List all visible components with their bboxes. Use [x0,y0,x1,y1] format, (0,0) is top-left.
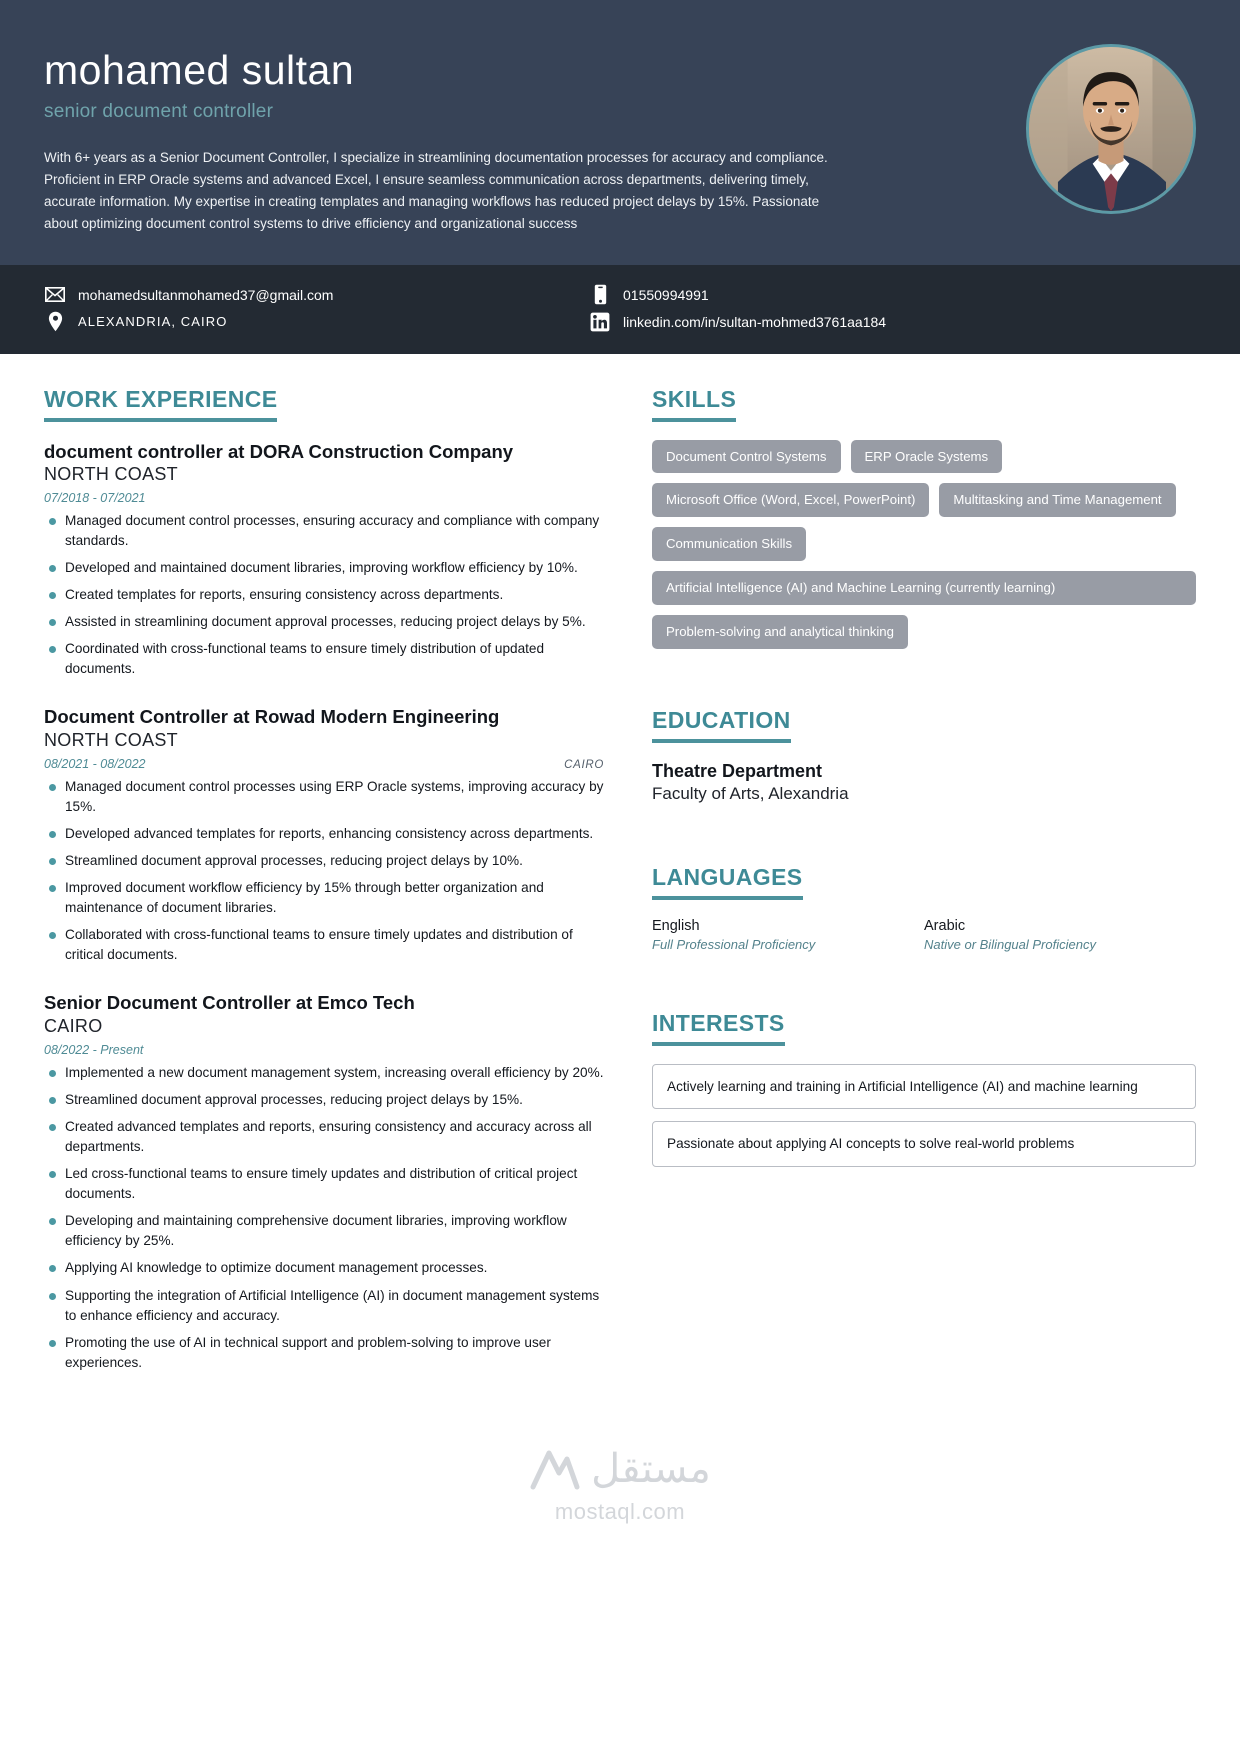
job-company: NORTH COAST [44,729,178,750]
language-name: Arabic [924,917,966,934]
footer-watermark: مستقل mostaql.com [0,1447,1240,1565]
contact-location: ALEXANDRIA, CAIRO [44,311,589,333]
resume-header: mohamed sultan senior document controlle… [0,0,1240,265]
language-name: English [652,917,700,934]
job-date: 07/2018 - 07/2021 [44,490,146,505]
job-entry: Document Controller at Rowad Modern Engi… [44,705,604,965]
section-languages: LANGUAGES English Full Professional Profi… [652,864,1196,952]
job-bullets: Managed document control processes using… [44,777,604,966]
job-bullet: Implemented a new document management sy… [44,1063,604,1083]
job-title: document controller at DORA Construction… [44,440,514,462]
section-work-experience: WORK EXPERIENCE document controller at D… [44,386,604,1373]
job-bullet: Promoting the use of AI in technical sup… [44,1333,604,1373]
watermark-latin-text: mostaql.com [554,1498,686,1524]
page-title: mohamed sultan [44,47,355,93]
job-entry: document controller at DORA Construction… [44,440,604,680]
job-meta: 07/2018 - 07/2021 [44,491,604,505]
job-meta: 08/2022 - Present [44,1043,604,1057]
contact-row: mohamedsultanmohamed37@gmail.com 0155099… [44,284,1196,306]
languages-list: English Full Professional Proficiency Arab… [652,918,1196,952]
language-entry: English Full Professional Proficiency [652,918,924,952]
job-bullet: Streamlined document approval processes,… [44,851,604,871]
skills-list: Document Control Systems ERP Oracle Syste… [652,439,1196,649]
skill-chip: Multitasking and Time Management [939,483,1176,518]
contact-email[interactable]: mohamedsultanmohamed37@gmail.com [44,284,589,306]
job-meta: 08/2021 - 08/2022 CAIRO [44,757,604,771]
right-column: SKILLS Document Control Systems ERP Oracl… [652,386,1196,1407]
interest-item: Actively learning and training in Artifi… [652,1063,1196,1110]
job-bullet: Created advanced templates and reports, … [44,1117,604,1157]
job-title: Senior Document Controller at Emco Tech [44,992,415,1014]
header-text-block: mohamed sultan senior document controlle… [44,40,854,235]
jobs-list: document controller at DORA Construction… [44,440,604,1373]
skill-chip: ERP Oracle Systems [850,439,1003,474]
contact-phone-text: 01550994991 [623,286,709,303]
watermark-arabic-wrap: مستقل [529,1447,711,1491]
header-summary: With 6+ years as a Senior Document Contr… [44,150,828,231]
job-bullet: Coordinated with cross-functional teams … [44,639,604,679]
skill-chip: Problem-solving and analytical thinking [652,614,908,649]
job-title: Document Controller at Rowad Modern Engi… [44,706,500,728]
contact-row: ALEXANDRIA, CAIRO linkedin.com/in/sultan… [44,311,1196,333]
job-company: NORTH COAST [44,463,178,484]
section-education: EDUCATION Theatre Department Faculty of … [652,707,1196,804]
education-degree: Theatre Department [652,760,823,781]
job-bullet: Led cross-functional teams to ensure tim… [44,1164,604,1204]
job-bullet: Developed and maintained document librar… [44,558,604,578]
section-skills: SKILLS Document Control Systems ERP Oracl… [652,386,1196,649]
contact-linkedin[interactable]: linkedin.com/in/sultan-mohmed3761aa184 [589,311,1196,333]
job-date: 08/2021 - 08/2022 [44,756,146,771]
job-entry: Senior Document Controller at Emco Tech C… [44,991,604,1373]
job-bullet: Managed document control processes, ensu… [44,511,604,551]
linkedin-icon [589,311,611,333]
job-location: CAIRO [564,758,604,771]
section-heading-work-experience: WORK EXPERIENCE [44,386,278,422]
section-heading-languages: LANGUAGES [652,864,803,900]
contact-email-text: mohamedsultanmohamed37@gmail.com [78,286,334,303]
education-entry: Theatre Department Faculty of Arts, Alex… [652,761,1196,804]
job-company: CAIRO [44,1015,103,1036]
job-date: 08/2022 - Present [44,1042,144,1057]
job-bullet: Assisted in streamlining document approv… [44,612,604,632]
interest-item: Passionate about applying AI concepts to… [652,1121,1196,1167]
education-school: Faculty of Arts, Alexandria [652,783,849,803]
skill-chip: Document Control Systems [652,439,841,474]
language-level: Native or Bilingual Proficiency [924,936,1096,952]
job-bullet: Supporting the integration of Artificial… [44,1286,604,1326]
phone-icon [589,284,611,306]
section-heading-education: EDUCATION [652,707,791,743]
contact-phone[interactable]: 01550994991 [589,284,1196,306]
section-heading-interests: INTERESTS [652,1010,785,1046]
interests-list: Actively learning and training in Artifi… [652,1063,1196,1167]
skill-chip: Communication Skills [652,527,807,561]
contact-linkedin-text: linkedin.com/in/sultan-mohmed3761aa184 [623,313,887,330]
job-bullet: Improved document workflow efficiency by… [44,878,604,918]
job-bullets: Managed document control processes, ensu… [44,511,604,680]
location-pin-icon [44,311,66,333]
job-bullet: Applying AI knowledge to optimize docume… [44,1258,604,1278]
avatar [1026,44,1196,214]
portrait-photo-icon [1029,47,1193,211]
job-bullet: Collaborated with cross-functional teams… [44,925,604,965]
job-bullet: Streamlined document approval processes,… [44,1090,604,1110]
mostaql-logo-icon [530,1450,580,1490]
job-bullet: Developing and maintaining comprehensive… [44,1211,604,1251]
job-bullet: Managed document control processes using… [44,777,604,817]
job-bullets: Implemented a new document management sy… [44,1063,604,1373]
job-bullet: Developed advanced templates for reports… [44,824,604,844]
job-bullet: Created templates for reports, ensuring … [44,585,604,605]
email-icon [44,284,66,306]
left-column: WORK EXPERIENCE document controller at D… [44,386,604,1407]
skill-chip: Microsoft Office (Word, Excel, PowerPoin… [652,483,930,518]
resume-body: WORK EXPERIENCE document controller at D… [0,354,1240,1407]
language-entry: Arabic Native or Bilingual Proficiency [924,918,1196,952]
language-level: Full Professional Proficiency [652,936,816,952]
contact-location-text: ALEXANDRIA, CAIRO [78,314,228,330]
section-heading-skills: SKILLS [652,386,737,422]
section-interests: INTERESTS Actively learning and training… [652,1010,1196,1167]
contact-bar: mohamedsultanmohamed37@gmail.com 0155099… [0,264,1240,354]
watermark-arabic-text: مستقل [591,1446,711,1491]
header-job-title: senior document controller [44,101,274,123]
skill-chip: Artificial Intelligence (AI) and Machine… [652,570,1196,605]
